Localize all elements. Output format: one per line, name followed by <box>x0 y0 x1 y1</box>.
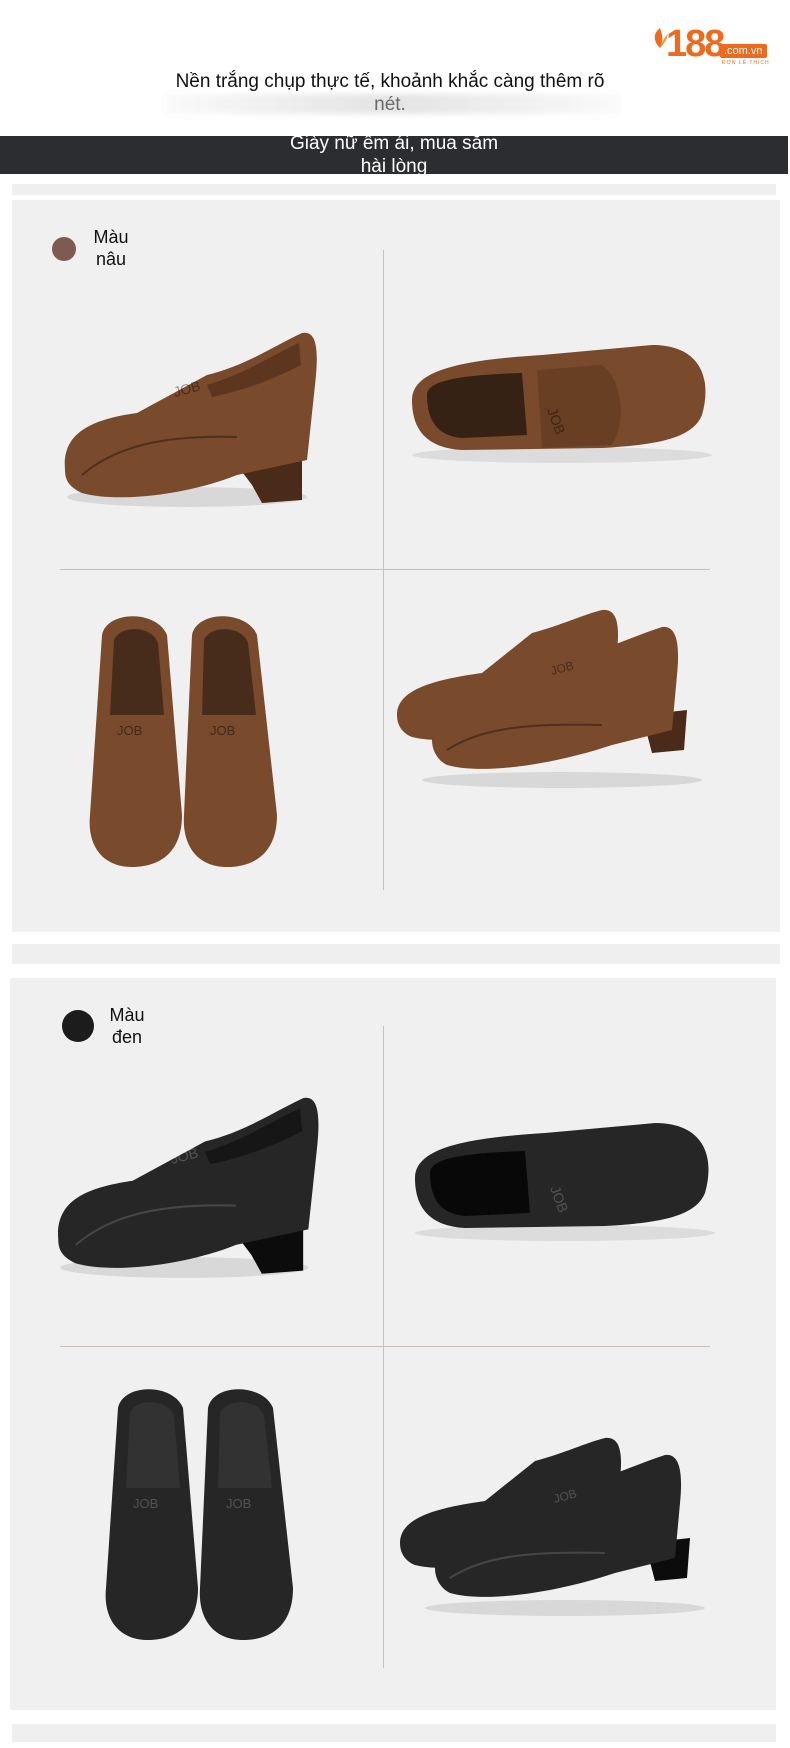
svg-text:JOB: JOB <box>117 723 142 738</box>
color-label: Màu đen <box>102 1004 152 1048</box>
grid-divider-vertical <box>383 250 384 890</box>
color-label: Màu nâu <box>86 226 136 270</box>
variant-panel-black: Màu đen JOB JOB JOB JOB JOB <box>10 978 776 1710</box>
shoe-image-pair-top[interactable]: JOB JOB <box>98 1378 308 1648</box>
grid-divider-horizontal <box>60 1346 710 1347</box>
separator-strip <box>12 1724 776 1742</box>
svg-text:JOB: JOB <box>133 1496 158 1511</box>
separator-strip <box>12 184 776 195</box>
grid-divider-vertical <box>383 1026 384 1668</box>
blurred-caption <box>165 94 620 114</box>
brand-logo[interactable]: 188 .com.vn ĐƠN LẺ THÍCH <box>648 22 774 70</box>
shoe-image-pair-angle[interactable]: JOB <box>395 1433 715 1623</box>
shoe-image-side[interactable]: JOB <box>57 325 357 515</box>
logo-domain: .com.vn <box>720 44 767 58</box>
svg-text:JOB: JOB <box>210 723 235 738</box>
separator-strip <box>12 944 780 964</box>
color-label-line-1: Màu <box>93 227 129 247</box>
shoe-image-angle[interactable]: JOB <box>405 1118 725 1248</box>
shoe-image-pair-top[interactable]: JOB JOB <box>82 605 292 875</box>
color-swatch[interactable] <box>62 1010 94 1042</box>
color-label-line-1: Màu <box>109 1005 145 1025</box>
banner-text: Giày nữ êm ái, mua sắm hài lòng <box>0 132 788 178</box>
shoe-image-side[interactable]: JOB <box>50 1088 360 1288</box>
shoe-image-angle[interactable]: JOB <box>402 340 722 470</box>
color-label-line-2: nâu <box>95 249 127 269</box>
color-swatch[interactable] <box>52 237 76 261</box>
svg-text:JOB: JOB <box>226 1496 251 1511</box>
shoe-image-pair-angle[interactable]: JOB <box>392 605 712 795</box>
grid-divider-horizontal <box>60 569 710 570</box>
banner-line-2: hài lòng <box>360 156 428 177</box>
logo-number: 188 <box>666 23 725 65</box>
color-label-line-2: đen <box>111 1027 143 1047</box>
banner-line-1: Giày nữ êm ái, mua sắm <box>289 133 499 154</box>
logo-slogan: ĐƠN LẺ THÍCH <box>722 60 770 66</box>
variant-panel-brown: Màu nâu JOB JOB JOB JOB JOB <box>12 200 780 932</box>
